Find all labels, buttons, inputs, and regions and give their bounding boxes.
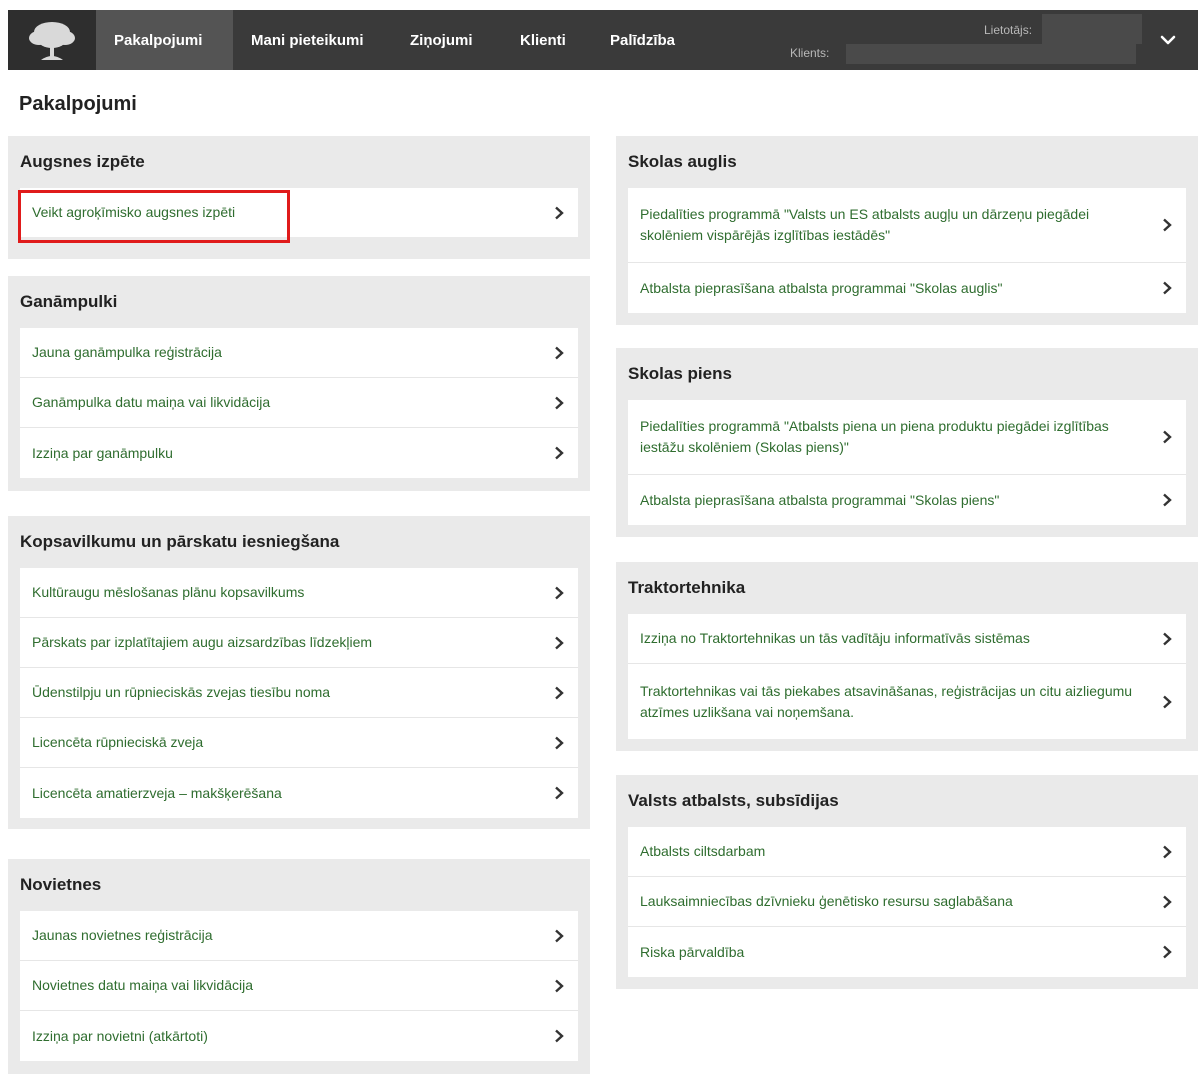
chevron-right-icon <box>1163 493 1172 507</box>
chevron-right-icon <box>555 586 564 599</box>
service-link[interactable]: Ganāmpulka datu maiņa vai likvidācija <box>20 378 578 428</box>
chevron-right-icon <box>555 1029 564 1043</box>
service-link[interactable]: Jaunas novietnes reģistrācija <box>20 911 578 961</box>
panel-traktortehnika: Traktortehnika Izziņa no Traktortehnikas… <box>616 562 1198 751</box>
chevron-right-icon <box>555 979 564 992</box>
chevron-right-icon <box>555 636 564 649</box>
chevron-right-icon <box>555 686 564 699</box>
client-label: Klients: <box>790 46 830 60</box>
service-link-label: Riska pārvaldība <box>640 943 745 960</box>
chevron-right-icon <box>1163 695 1172 708</box>
service-link[interactable]: Izziņa par novietni (atkārtoti) <box>20 1011 578 1061</box>
chevron-right-icon <box>1163 430 1172 444</box>
service-link[interactable]: Veikt agroķīmisko augsnes izpēti <box>20 188 578 237</box>
chevron-right-icon <box>1163 218 1172 232</box>
service-link-label: Atbalsta pieprasīšana atbalsta programma… <box>640 279 1003 296</box>
service-link[interactable]: Kultūraugu mēslošanas plānu kopsavilkums <box>20 568 578 618</box>
service-link[interactable]: Izziņa no Traktortehnikas un tās vadītāj… <box>628 614 1186 664</box>
nav-palidziba[interactable]: Palīdzība <box>592 10 693 70</box>
panel-title: Kopsavilkumu un pārskatu iesniegšana <box>20 532 340 551</box>
panel-kopsavilkumu-parskatu: Kopsavilkumu un pārskatu iesniegšana Kul… <box>8 516 590 829</box>
chevron-right-icon <box>555 736 564 749</box>
chevron-right-icon <box>555 396 564 409</box>
page-title: Pakalpojumi <box>19 93 137 115</box>
service-link[interactable]: Pārskats par izplatītajiem augu aizsardz… <box>20 618 578 668</box>
panel-title: Skolas auglis <box>628 152 737 171</box>
nav-pakalpojumi[interactable]: Pakalpojumi <box>96 10 233 70</box>
service-link[interactable]: Jauna ganāmpulka reģistrācija <box>20 328 578 378</box>
service-link[interactable]: Ūdenstilpju un rūpnieciskās zvejas tiesī… <box>20 668 578 718</box>
panel-augsnes-izpete: Augsnes izpēte Veikt agroķīmisko augsnes… <box>8 136 590 259</box>
service-link[interactable]: Licencēta amatierzveja – makšķerēšana <box>20 768 578 818</box>
service-link[interactable]: Lauksaimniecības dzīvnieku ģenētisko res… <box>628 877 1186 927</box>
service-link-label: Ūdenstilpju un rūpnieciskās zvejas tiesī… <box>32 684 331 700</box>
service-link-label: Novietnes datu maiņa vai likvidācija <box>32 977 253 993</box>
service-link-label: Traktortehnikas vai tās piekabes atsavin… <box>640 682 1133 720</box>
panel-title: Valsts atbalsts, subsīdijas <box>628 791 839 810</box>
panel-title: Ganāmpulki <box>20 292 118 311</box>
service-link[interactable]: Atbalsta pieprasīšana atbalsta programma… <box>628 475 1186 525</box>
right-column: Skolas auglis Piedalīties programmā "Val… <box>616 136 1198 989</box>
left-column: Augsnes izpēte Veikt agroķīmisko augsnes… <box>8 136 590 1074</box>
oak-tree-logo-icon <box>29 22 75 60</box>
panel-title: Traktortehnika <box>628 578 746 597</box>
nav-mani-pieteikumi[interactable]: Mani pieteikumi <box>233 10 382 70</box>
service-link[interactable]: Piedalīties programmā "Valsts un ES atba… <box>628 188 1186 263</box>
service-link-label: Izziņa par ganāmpulku <box>32 444 173 461</box>
user-info: Lietotājs: Klients: <box>778 10 1142 70</box>
chevron-right-icon <box>1163 895 1172 908</box>
service-link[interactable]: Piedalīties programmā "Atbalsts piena un… <box>628 400 1186 475</box>
logo[interactable] <box>8 10 96 70</box>
service-link-label: Kultūraugu mēslošanas plānu kopsavilkums <box>32 584 305 600</box>
service-link[interactable]: Riska pārvaldība <box>628 927 1186 977</box>
service-link[interactable]: Traktortehnikas vai tās piekabes atsavin… <box>628 664 1186 739</box>
service-link-label: Jauna ganāmpulka reģistrācija <box>32 344 222 360</box>
user-label: Lietotājs: <box>984 23 1033 37</box>
service-link-label: Licencēta rūpnieciskā zveja <box>32 734 204 750</box>
service-link-label: Licencēta amatierzveja – makšķerēšana <box>32 784 282 801</box>
service-link-label: Izziņa par novietni (atkārtoti) <box>32 1027 208 1044</box>
chevron-right-icon <box>1163 632 1172 645</box>
chevron-right-icon <box>1163 945 1172 959</box>
chevron-right-icon <box>555 346 564 359</box>
service-link[interactable]: Licencēta rūpnieciskā zveja <box>20 718 578 768</box>
service-link[interactable]: Novietnes datu maiņa vai likvidācija <box>20 961 578 1011</box>
panel-valsts-atbalsts: Valsts atbalsts, subsīdijas Atbalsts cil… <box>616 775 1198 989</box>
chevron-right-icon <box>555 446 564 460</box>
chevron-right-icon <box>555 786 564 800</box>
service-link-label: Atbalsta pieprasīšana atbalsta programma… <box>640 491 1000 508</box>
panel-skolas-piens: Skolas piens Piedalīties programmā "Atba… <box>616 348 1198 537</box>
panel-ganampulki: Ganāmpulki Jauna ganāmpulka reģistrācija… <box>8 276 590 491</box>
service-link-label: Piedalīties programmā "Atbalsts piena un… <box>640 418 1109 455</box>
service-link[interactable]: Atbalsta pieprasīšana atbalsta programma… <box>628 263 1186 313</box>
service-link[interactable]: Atbalsts ciltsdarbam <box>628 827 1186 877</box>
nav-zinojumi[interactable]: Ziņojumi <box>392 10 491 70</box>
chevron-right-icon <box>1163 281 1172 295</box>
panel-title: Skolas piens <box>628 364 732 383</box>
service-link-label: Pārskats par izplatītajiem augu aizsardz… <box>32 634 373 650</box>
panel-title: Novietnes <box>20 875 102 894</box>
service-link-label: Piedalīties programmā "Valsts un ES atba… <box>640 206 1090 243</box>
panel-novietnes: Novietnes Jaunas novietnes reģistrācija … <box>8 859 590 1074</box>
service-link-label: Veikt agroķīmisko augsnes izpēti <box>32 204 236 220</box>
service-link-label: Ganāmpulka datu maiņa vai likvidācija <box>32 394 271 410</box>
service-link[interactable]: Izziņa par ganāmpulku <box>20 428 578 478</box>
service-link-label: Izziņa no Traktortehnikas un tās vadītāj… <box>640 630 1030 646</box>
chevron-right-icon <box>555 929 564 942</box>
service-link-label: Lauksaimniecības dzīvnieku ģenētisko res… <box>640 893 1013 909</box>
panel-skolas-auglis: Skolas auglis Piedalīties programmā "Val… <box>616 136 1198 325</box>
nav-klienti[interactable]: Klienti <box>502 10 584 70</box>
chevron-right-icon <box>555 206 564 219</box>
user-value-redacted <box>1042 14 1142 44</box>
service-link-label: Atbalsts ciltsdarbam <box>640 843 766 859</box>
service-link-label: Jaunas novietnes reģistrācija <box>32 927 213 943</box>
panel-title: Augsnes izpēte <box>20 152 145 171</box>
client-value-redacted <box>846 44 1136 64</box>
top-navigation-bar: Pakalpojumi Mani pieteikumi Ziņojumi Kli… <box>8 10 1198 70</box>
user-menu-toggle[interactable] <box>1138 10 1198 70</box>
chevron-right-icon <box>1163 845 1172 858</box>
chevron-down-icon <box>1160 35 1176 45</box>
